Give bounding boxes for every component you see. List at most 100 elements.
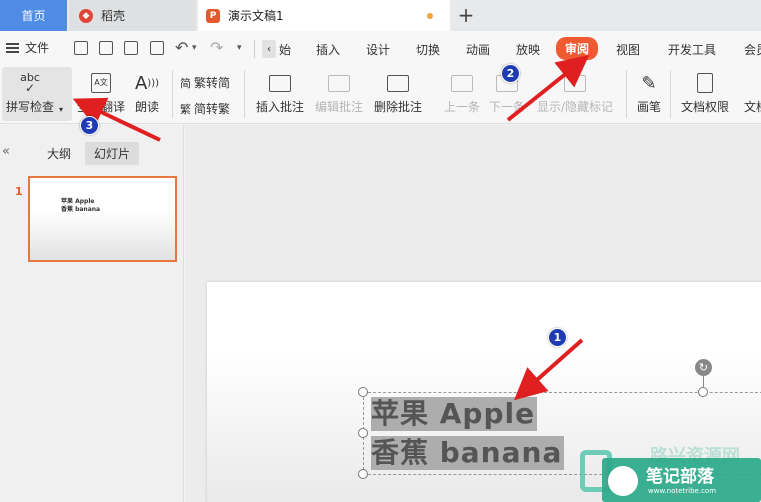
- menu-review[interactable]: 审阅: [556, 37, 599, 60]
- show-hide-markup-icon: [562, 71, 588, 95]
- rotate-handle-icon[interactable]: ↻: [695, 359, 712, 376]
- show-hide-markup-label: 显示/隐藏标记: [537, 100, 614, 114]
- tab-document[interactable]: P 演示文稿1: [198, 0, 450, 31]
- step-badge-3: 3: [80, 116, 99, 135]
- insert-comment-button[interactable]: 插入批注: [256, 71, 304, 115]
- slide-navigation-pane: « 大纲 幻灯片 1 苹果 Apple 香蕉 banana: [0, 125, 184, 502]
- tab-bar: 首页 ◆ 稻壳 P 演示文稿1 +: [0, 0, 761, 31]
- document-more-icon: [743, 71, 761, 95]
- customize-toolbar-icon[interactable]: ▾: [237, 43, 242, 53]
- resize-handle[interactable]: [358, 428, 368, 438]
- slide-text-line-1[interactable]: 苹果 Apple: [371, 397, 538, 431]
- hamburger-icon: [6, 42, 19, 53]
- redo-icon[interactable]: ↷: [210, 38, 223, 57]
- trad-to-simp-label: 繁转简: [194, 76, 231, 90]
- menu-start[interactable]: 始: [279, 41, 291, 58]
- ribbon-divider: [244, 70, 245, 118]
- menu-design[interactable]: 设计: [366, 41, 390, 58]
- step-badge-1: 1: [548, 328, 567, 347]
- collapse-pane-icon[interactable]: «: [2, 144, 10, 159]
- new-tab-button[interactable]: +: [455, 3, 477, 27]
- tab-home-label: 首页: [21, 9, 46, 23]
- simp-to-trad-icon: 繁: [180, 102, 191, 116]
- read-aloud-label: 朗读: [134, 100, 159, 114]
- trad-to-simp-icon: 简: [180, 76, 191, 90]
- slide-text-line-2[interactable]: 香蕉 banana: [371, 436, 565, 470]
- pen-button[interactable]: ✎ 画笔: [636, 71, 662, 115]
- document-more-button[interactable]: 文档: [743, 71, 761, 115]
- delete-comment-icon: [385, 71, 411, 95]
- delete-comment-button[interactable]: 删除批注: [374, 71, 422, 115]
- resize-handle[interactable]: [698, 387, 708, 397]
- read-aloud-icon: A))): [134, 72, 160, 94]
- ribbon-divider: [670, 70, 671, 118]
- app-window: 首页 ◆ 稻壳 P 演示文稿1 + 文件 ↶ ▾ ↷ ▾ ‹ 始 插入 设计 切…: [0, 0, 761, 502]
- undo-icon[interactable]: ↶: [175, 38, 188, 57]
- menu-member[interactable]: 会员: [744, 41, 761, 58]
- tab-outline[interactable]: 大纲: [47, 145, 71, 162]
- pen-label: 画笔: [636, 100, 661, 114]
- tab-daoke-label: 稻壳: [101, 9, 126, 23]
- tab-home[interactable]: 首页: [0, 0, 67, 31]
- menu-transition[interactable]: 切换: [416, 41, 440, 58]
- read-aloud-button[interactable]: A))) 朗读: [134, 71, 160, 115]
- spell-check-dropdown-icon[interactable]: ▾: [59, 105, 63, 114]
- review-ribbon: abc ✓ 拼写检查 ▾ A文 全文翻译 A))) 朗读 简 繁转简 繁 简转繁…: [0, 66, 761, 124]
- edit-comment-button[interactable]: 编辑批注: [315, 71, 363, 115]
- slide-number: 1: [15, 185, 23, 198]
- translate-label: 全文翻译: [77, 100, 126, 114]
- slide-thumbnail[interactable]: 苹果 Apple 香蕉 banana: [28, 176, 177, 262]
- pen-logo-icon: [608, 466, 638, 496]
- unsaved-indicator-icon: [427, 13, 433, 19]
- previous-comment-button[interactable]: 上一条: [444, 71, 480, 115]
- previous-comment-label: 上一条: [444, 100, 481, 114]
- file-menu-label: 文件: [25, 41, 50, 55]
- insert-comment-label: 插入批注: [256, 100, 305, 114]
- ribbon-divider: [626, 70, 627, 118]
- edit-comment-label: 编辑批注: [315, 100, 364, 114]
- presentation-icon: P: [206, 8, 220, 23]
- print-preview-icon[interactable]: [150, 41, 164, 55]
- menu-developer-tools[interactable]: 开发工具: [668, 41, 716, 58]
- delete-comment-label: 删除批注: [374, 100, 423, 114]
- simp-to-trad-label: 简转繁: [194, 102, 231, 116]
- previous-comment-icon: [449, 71, 475, 95]
- spell-check-label: 拼写检查: [6, 100, 55, 114]
- menu-divider: [254, 40, 255, 58]
- pen-icon: ✎: [641, 72, 657, 94]
- resize-handle[interactable]: [358, 387, 368, 397]
- menu-slideshow[interactable]: 放映: [516, 41, 540, 58]
- watermark: 路兴资源网 笔记部落 www.notetribe.com: [580, 440, 761, 502]
- spell-check-button[interactable]: abc ✓ 拼写检查: [6, 71, 54, 115]
- export-pdf-icon[interactable]: [99, 41, 113, 55]
- print-icon[interactable]: [124, 41, 138, 55]
- file-menu[interactable]: 文件: [6, 39, 49, 56]
- document-permission-label: 文档权限: [681, 100, 730, 114]
- tab-daoke[interactable]: ◆ 稻壳: [69, 0, 196, 31]
- scroll-left-icon[interactable]: ‹: [262, 40, 276, 58]
- simp-to-trad-button[interactable]: 繁 简转繁: [180, 100, 230, 117]
- resize-handle[interactable]: [358, 469, 368, 479]
- insert-comment-icon: [267, 71, 293, 95]
- menu-animation[interactable]: 动画: [466, 41, 490, 58]
- tab-slides[interactable]: 幻灯片: [85, 142, 140, 165]
- menu-view[interactable]: 视图: [616, 41, 640, 58]
- show-hide-markup-button[interactable]: 显示/隐藏标记: [537, 71, 613, 115]
- document-permission-icon: [692, 71, 718, 95]
- thumbnail-line-2: 香蕉 banana: [61, 206, 101, 213]
- undo-dropdown-icon[interactable]: ▾: [192, 43, 197, 53]
- menu-bar: 文件 ↶ ▾ ↷ ▾ ‹ 始 插入 设计 切换 动画 放映 审阅 视图 开发工具…: [0, 31, 761, 66]
- watermark-name: 笔记部落: [646, 467, 714, 487]
- document-permission-button[interactable]: 文档权限: [681, 71, 729, 115]
- spell-check-icon: abc ✓: [17, 71, 43, 95]
- next-comment-label: 下一条: [489, 100, 526, 114]
- menu-insert[interactable]: 插入: [316, 41, 340, 58]
- daoke-icon: ◆: [79, 8, 93, 23]
- trad-to-simp-button[interactable]: 简 繁转简: [180, 74, 230, 91]
- translate-button[interactable]: A文 全文翻译: [77, 71, 125, 115]
- step-badge-2: 2: [501, 64, 520, 83]
- rotate-stem: [703, 376, 704, 388]
- document-more-label: 文档: [743, 100, 761, 114]
- save-icon[interactable]: [74, 41, 88, 55]
- translate-icon: A文: [88, 71, 114, 95]
